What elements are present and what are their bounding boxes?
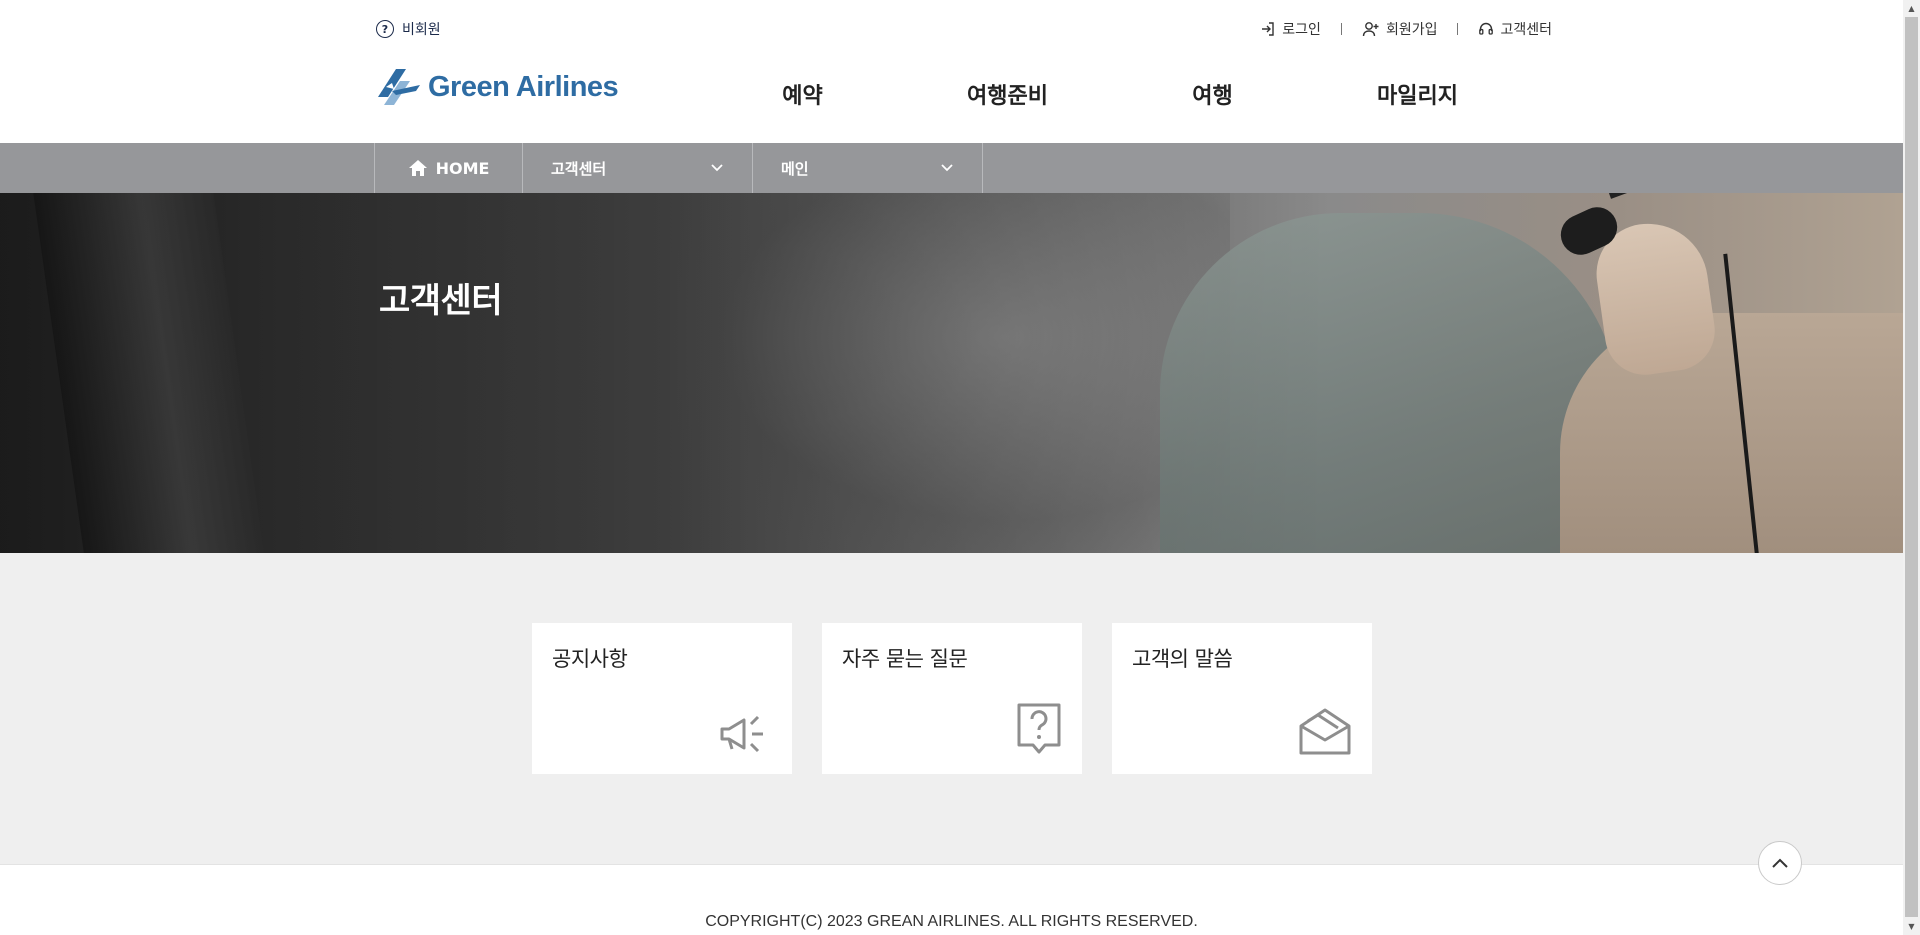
- home-link[interactable]: HOME: [374, 143, 523, 193]
- support-label: 고객센터: [1500, 22, 1552, 38]
- scroll-down-arrow-icon[interactable]: ▼: [1903, 918, 1920, 935]
- nav-item-reservation[interactable]: 예약: [700, 78, 905, 110]
- card-title: 자주 묻는 질문: [842, 647, 968, 671]
- service-cards: 공지사항 자주 묻는 질문 고객의 말씀: [532, 623, 1372, 774]
- question-bubble-icon: [1017, 703, 1061, 754]
- hero-overlay: [0, 193, 1903, 553]
- card-title: 공지사항: [552, 647, 628, 671]
- page-title: 고객센터: [379, 281, 503, 321]
- signup-link[interactable]: 회원가입: [1362, 19, 1438, 39]
- scroll-top-button[interactable]: [1758, 841, 1802, 885]
- depth2-dropdown[interactable]: 메인: [753, 143, 983, 193]
- chevron-down-icon: [941, 164, 953, 172]
- main-nav: 예약 여행준비 여행 마일리지: [700, 78, 1520, 110]
- depth1-label: 고객센터: [551, 159, 607, 178]
- divider: [1457, 23, 1459, 35]
- chevron-up-icon: [1772, 858, 1788, 868]
- megaphone-icon: [720, 715, 763, 753]
- guest-label: 비회원: [402, 22, 441, 38]
- login-label: 로그인: [1282, 22, 1321, 38]
- login-link[interactable]: 로그인: [1260, 19, 1321, 39]
- nav-item-travel-prep[interactable]: 여행준비: [905, 78, 1110, 110]
- utility-menu: 로그인 회원가입 고객센터: [1260, 19, 1552, 39]
- scrollbar-thumb[interactable]: [1905, 17, 1918, 917]
- faq-card[interactable]: 자주 묻는 질문: [822, 623, 1082, 774]
- voice-card[interactable]: 고객의 말씀: [1112, 623, 1372, 774]
- chevron-down-icon: [711, 164, 723, 172]
- signup-label: 회원가입: [1385, 22, 1438, 38]
- depth2-label: 메인: [781, 159, 809, 178]
- scroll-up-arrow-icon[interactable]: ▲: [1903, 0, 1920, 17]
- home-icon: [408, 160, 427, 176]
- location-bar: HOME 고객센터 메인: [0, 143, 1903, 193]
- headset-icon: [1479, 22, 1494, 35]
- nav-item-mileage[interactable]: 마일리지: [1315, 78, 1520, 110]
- home-label: HOME: [435, 158, 490, 178]
- copyright-text: COPYRIGHT(C) 2023 GREAN AIRLINES. ALL RI…: [705, 913, 1198, 930]
- logo-text: Green Airlines: [428, 70, 619, 103]
- site-header: ? 비회원 로그인 회원가입 고객센터 Green Airlines 예약 여행…: [0, 0, 1903, 143]
- login-icon: [1262, 22, 1274, 36]
- logo[interactable]: Green Airlines: [376, 67, 619, 107]
- divider: [1340, 23, 1342, 35]
- add-user-icon: [1362, 22, 1379, 37]
- page: ? 비회원 로그인 회원가입 고객센터 Green Airlines 예약 여행…: [0, 0, 1903, 935]
- site-footer: COPYRIGHT(C) 2023 GREAN AIRLINES. ALL RI…: [0, 864, 1903, 935]
- notice-card[interactable]: 공지사항: [532, 623, 792, 774]
- card-title: 고객의 말씀: [1132, 647, 1233, 671]
- guest-link[interactable]: ? 비회원: [376, 19, 441, 39]
- open-envelope-icon: [1299, 708, 1351, 755]
- support-link[interactable]: 고객센터: [1478, 19, 1552, 39]
- main-content: 공지사항 자주 묻는 질문 고객의 말씀: [0, 553, 1903, 864]
- hero-banner: 고객센터: [0, 193, 1903, 553]
- depth1-dropdown[interactable]: 고객센터: [523, 143, 753, 193]
- nav-item-travel[interactable]: 여행: [1110, 78, 1315, 110]
- question-circle-icon: ?: [376, 20, 394, 38]
- airplane-logo-icon: [378, 69, 420, 105]
